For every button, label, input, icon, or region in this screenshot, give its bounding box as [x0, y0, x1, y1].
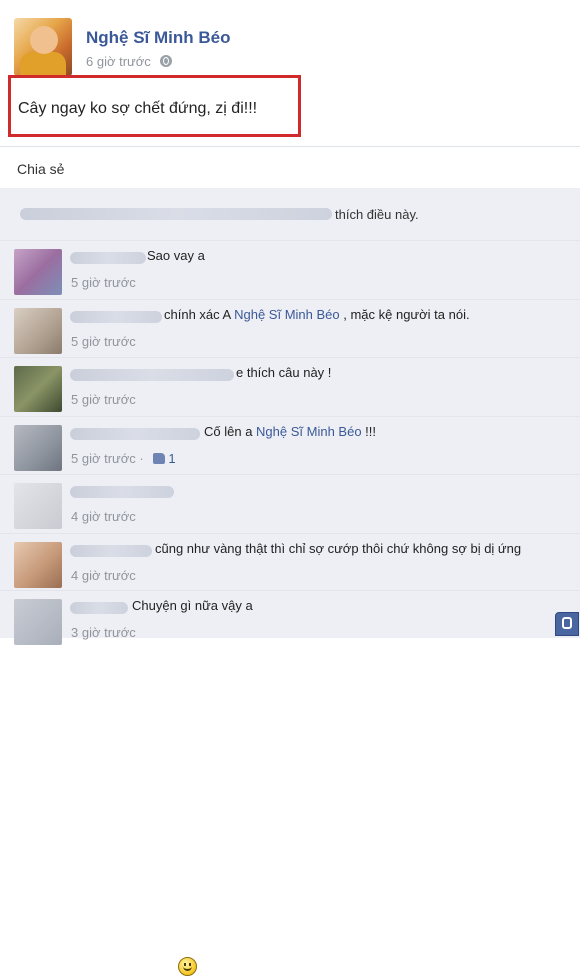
comment-text: cũng như vàng thật thì chỉ sợ cướp thôi … [155, 541, 522, 556]
globe-icon [160, 55, 173, 67]
commenter-avatar[interactable] [14, 308, 62, 354]
comment-text: Cố lên a Nghệ Sĩ Minh Béo !!! [204, 424, 377, 439]
commenter-name-blurred[interactable] [70, 311, 162, 323]
commenter-name-blurred[interactable] [70, 602, 128, 614]
commenter-avatar[interactable] [14, 249, 62, 295]
mention-link[interactable]: Nghệ Sĩ Minh Béo [256, 424, 362, 439]
post-header: Nghệ Sĩ Minh Béo 6 giờ trước [14, 18, 574, 78]
commenter-avatar[interactable] [14, 366, 62, 412]
comment-item: Cố lên a Nghệ Sĩ Minh Béo !!! 5 giờ trướ… [0, 416, 580, 475]
commenter-name-blurred[interactable] [70, 369, 234, 381]
divider [0, 146, 580, 147]
comment-time[interactable]: 5 giờ trước [71, 275, 136, 290]
author-avatar[interactable] [14, 18, 72, 76]
likes-row: thích điều này. [14, 196, 574, 234]
author-name-link[interactable]: Nghệ Sĩ Minh Béo [86, 28, 231, 48]
commenter-name-blurred[interactable] [70, 545, 152, 557]
comment-time[interactable]: 4 giờ trước [71, 509, 136, 524]
commenter-avatar[interactable] [14, 425, 62, 471]
commenter-name-blurred[interactable] [70, 486, 174, 498]
status-text: Cây ngay ko sợ chết đứng, zị đi!!! [18, 100, 258, 117]
post-time: 6 giờ trước [86, 54, 173, 69]
thumbs-up-icon [153, 453, 166, 464]
comment-item: e thích câu này ! 5 giờ trước [0, 357, 580, 416]
comment-time[interactable]: 4 giờ trước [71, 568, 136, 583]
mention-link[interactable]: Nghệ Sĩ Minh Béo [234, 307, 340, 322]
share-link[interactable]: Chia sẻ [17, 161, 64, 177]
commenter-name-blurred[interactable] [70, 252, 146, 264]
smiley-icon [178, 957, 197, 976]
comment-meta: 5 giờ trước · 1 [71, 451, 176, 466]
commenter-avatar[interactable] [14, 599, 62, 645]
comment-like-count[interactable]: 1 [153, 451, 176, 466]
chat-icon[interactable] [555, 612, 579, 636]
commenter-avatar[interactable] [14, 483, 62, 529]
comment-text: chính xác A Nghệ Sĩ Minh Béo , mặc kệ ng… [164, 307, 470, 322]
comment-item: Chuyện gì nữa vậy a 3 giờ trước [0, 590, 580, 649]
comment-item: cũng như vàng thật thì chỉ sợ cướp thôi … [0, 533, 580, 592]
likes-text: thích điều này. [335, 207, 419, 222]
comment-text: Chuyện gì nữa vậy a [132, 598, 253, 613]
comment-item: chính xác A Nghệ Sĩ Minh Béo , mặc kệ ng… [0, 299, 580, 358]
comment-item: 4 giờ trước [0, 474, 580, 976]
comment-time[interactable]: 5 giờ trước [71, 392, 136, 407]
post-timestamp[interactable]: 6 giờ trước [86, 54, 151, 69]
comment-time[interactable]: 5 giờ trước [71, 334, 136, 349]
likers-names-blurred[interactable] [20, 208, 332, 220]
comment-item: Sao vay a 5 giờ trước [0, 240, 580, 299]
comment-text: Sao vay a [147, 248, 205, 263]
commenter-avatar[interactable] [14, 542, 62, 588]
comment-time[interactable]: 5 giờ trước [71, 451, 136, 466]
comment-text: e thích câu này ! [236, 365, 332, 380]
commenter-name-blurred[interactable] [70, 428, 200, 440]
